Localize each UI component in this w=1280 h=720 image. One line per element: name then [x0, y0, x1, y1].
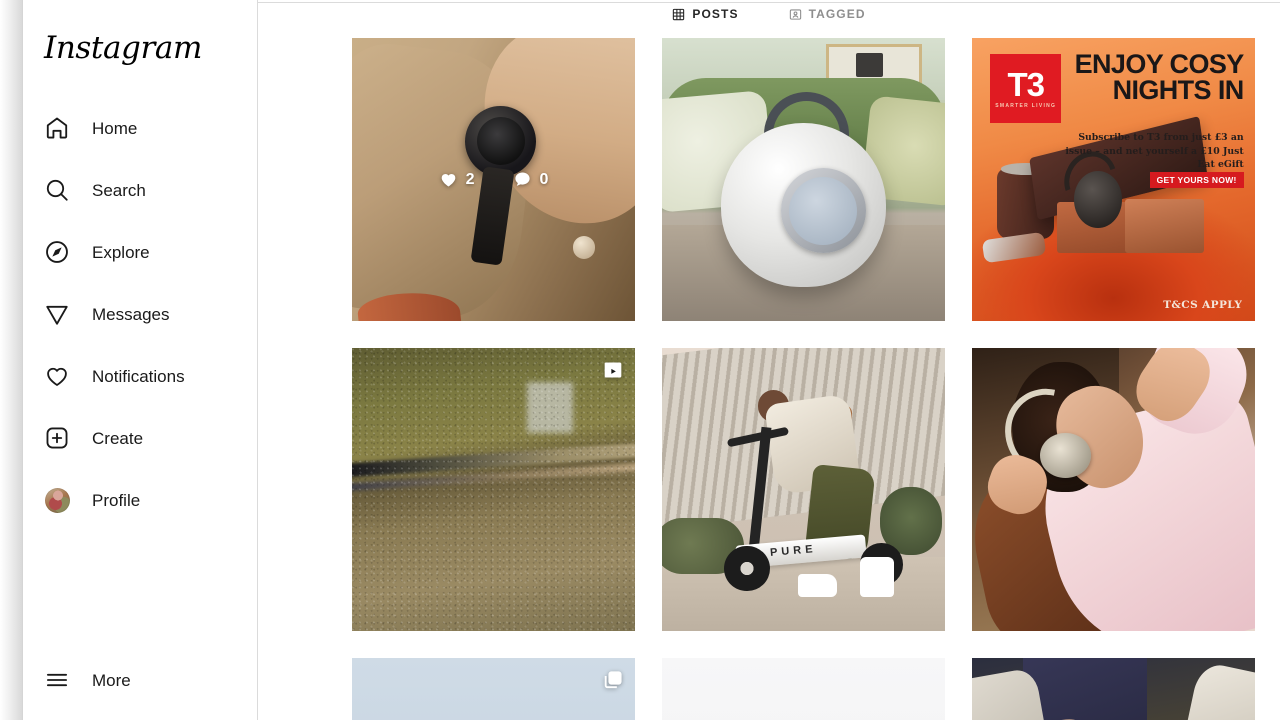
post-tile-advert[interactable]: T3 SMARTER LIVING ENJOY COSY NIGHTS IN S… [972, 38, 1255, 321]
ad-subtext: Subscribe to T3 from just £3 an issue – … [1065, 132, 1244, 170]
post-tile[interactable]: 2 0 [352, 38, 635, 321]
t3-logo-tagline: SMARTER LIVING [995, 102, 1057, 109]
t3-logo: T3 SMARTER LIVING [990, 53, 1062, 123]
search-icon [44, 177, 70, 203]
sidebar-item-explore[interactable]: Explore [23, 228, 237, 276]
post-tile[interactable]: PURE [662, 348, 945, 631]
comment-count-value: 0 [539, 170, 549, 188]
profile-content: POSTS TAGGED 2 0 T3 SMARTER LIVING ENJOY… [258, 0, 1280, 720]
post-tile[interactable] [662, 38, 945, 321]
avatar [45, 487, 70, 513]
sidebar-item-label: Notifications [92, 366, 185, 386]
post-image: T3 SMARTER LIVING ENJOY COSY NIGHTS IN S… [972, 38, 1255, 321]
post-comment-count: 0 [513, 170, 549, 189]
post-hover-overlay: 2 0 [352, 38, 635, 321]
sidebar-nav-list: Home Search Explore Messages Notificatio… [23, 104, 258, 538]
post-image [972, 348, 1255, 631]
post-image [972, 658, 1255, 720]
hamburger-icon [44, 667, 70, 693]
like-count-value: 2 [465, 170, 475, 188]
post-tile[interactable] [352, 348, 635, 631]
compass-icon [44, 239, 70, 265]
carousel-icon [603, 670, 623, 690]
grid-icon [673, 8, 685, 20]
post-tile[interactable] [972, 658, 1255, 720]
heart-icon [44, 363, 70, 389]
sidebar-item-notifications[interactable]: Notifications [23, 352, 237, 400]
sidebar-item-label: Home [92, 118, 138, 138]
post-image: PURE [662, 348, 945, 631]
tagged-person-icon [789, 8, 801, 20]
posts-grid: 2 0 T3 SMARTER LIVING ENJOY COSY NIGHTS … [352, 38, 1255, 720]
post-image [662, 38, 945, 321]
paper-plane-icon [44, 301, 70, 327]
tab-posts[interactable]: POSTS [672, 0, 738, 28]
primary-sidebar: Instagram Home Search Explore Messages N… [23, 0, 258, 720]
sidebar-item-label: Create [92, 428, 144, 448]
comment-bubble-icon [514, 172, 530, 186]
post-like-count: 2 [439, 170, 475, 189]
sidebar-item-label: Explore [92, 242, 150, 262]
sidebar-item-label: Profile [92, 490, 141, 510]
heart-icon [441, 174, 455, 187]
tab-label: POSTS [692, 7, 739, 21]
sidebar-footer: More [23, 656, 258, 720]
sidebar-item-label: Messages [92, 304, 170, 324]
ad-cta-badge[interactable]: GET YOURS NOW! [1149, 172, 1244, 189]
sidebar-item-label: More [92, 670, 131, 690]
sidebar-item-create[interactable]: Create [23, 414, 237, 462]
tab-tagged[interactable]: TAGGED [789, 0, 866, 28]
plus-square-icon [44, 425, 70, 451]
profile-tabs: POSTS TAGGED [258, 0, 1280, 28]
instagram-wordmark[interactable]: Instagram [44, 30, 202, 72]
t3-logo-text: T3 [1007, 65, 1046, 103]
post-tile[interactable] [352, 658, 635, 720]
sidebar-item-search[interactable]: Search [23, 166, 237, 214]
sidebar-item-more[interactable]: More [23, 656, 237, 704]
ad-headline: ENJOY COSY NIGHTS IN [1068, 51, 1245, 106]
post-tile[interactable] [972, 348, 1255, 631]
post-tile[interactable] [662, 658, 945, 720]
ad-headline-line2: NIGHTS IN [1112, 75, 1245, 106]
reels-icon [603, 360, 623, 380]
home-icon [44, 115, 70, 141]
post-image [662, 658, 945, 720]
sidebar-item-profile[interactable]: Profile [23, 476, 237, 524]
window-left-edge-shadow [0, 0, 23, 720]
ad-terms: T&CS APPLY [1163, 299, 1243, 312]
tab-label: TAGGED [808, 7, 866, 21]
instagram-profile-page: Instagram Home Search Explore Messages N… [0, 0, 1280, 720]
sidebar-item-home[interactable]: Home [23, 104, 237, 152]
post-image [352, 658, 635, 720]
post-image [352, 348, 635, 631]
sidebar-item-messages[interactable]: Messages [23, 290, 237, 338]
sidebar-item-label: Search [92, 180, 146, 200]
